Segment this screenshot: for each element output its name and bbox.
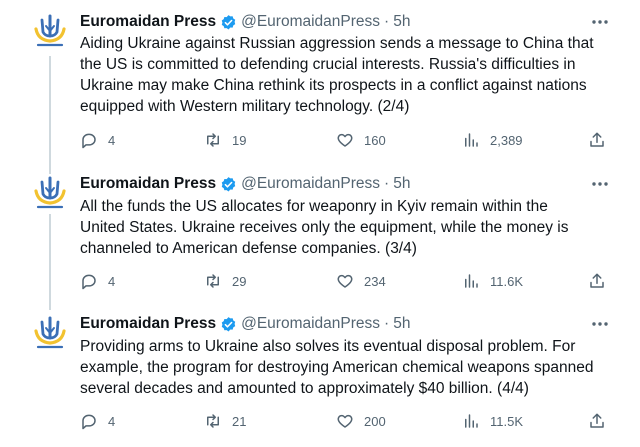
like-count: 160: [364, 132, 386, 148]
tweet-text: Aiding Ukraine against Russian aggressio…: [80, 33, 620, 117]
separator-dot: ·: [384, 175, 390, 192]
views-button[interactable]: 11.6K: [462, 271, 523, 291]
heart-icon: [337, 274, 353, 288]
repost-icon: [207, 133, 219, 147]
action-bar: 4 19 160 2,389: [80, 130, 610, 150]
tweet-text-line: United States. Ukraine receives only the…: [80, 219, 569, 236]
views-icon: [465, 274, 478, 288]
reply-count: 4: [108, 413, 116, 429]
tweet-text-line: All the funds the US allocates for weapo…: [80, 198, 548, 215]
action-bar: 4 29 234 11.6K: [80, 271, 610, 291]
more-dots-icon[interactable]: [588, 175, 612, 193]
tweet-text-line: Ukraine may make China rethink its prosp…: [80, 77, 587, 94]
reply-button[interactable]: 4: [80, 411, 115, 431]
tweet-text-line: Providing arms to Ukraine also solves it…: [80, 338, 576, 355]
reply-button[interactable]: 4: [80, 130, 115, 150]
tweet-text-line: the US is committed to defending crucial…: [80, 56, 576, 73]
reply-icon: [82, 274, 96, 290]
author-handle[interactable]: @EuromaidanPress: [241, 315, 380, 333]
tweet-text-line: Aiding Ukraine against Russian aggressio…: [80, 35, 594, 52]
separator-dot: ·: [384, 13, 390, 30]
share-button[interactable]: [588, 130, 616, 150]
like-button[interactable]: 160: [336, 130, 386, 150]
views-icon: [465, 414, 478, 428]
verified-badge-icon: [221, 14, 236, 30]
timestamp[interactable]: 5h: [393, 175, 410, 193]
trident-logo-icon[interactable]: [30, 12, 70, 52]
trident-logo-icon[interactable]: [30, 314, 70, 354]
like-count: 200: [364, 413, 386, 429]
like-button[interactable]: 234: [336, 271, 386, 291]
tweet[interactable]: Euromaidan Press @EuromaidanPress · 5h A…: [0, 160, 640, 300]
author-handle[interactable]: @EuromaidanPress: [241, 175, 380, 193]
repost-count: 19: [232, 132, 247, 148]
tweet-text-line: several decades and amounted to approxim…: [80, 380, 529, 397]
tweet[interactable]: Euromaidan Press @EuromaidanPress · 5h P…: [0, 300, 640, 447]
repost-button[interactable]: 19: [204, 130, 246, 150]
views-button[interactable]: 11.5K: [462, 411, 523, 431]
tweet-text: All the funds the US allocates for weapo…: [80, 196, 620, 259]
view-count: 11.5K: [490, 413, 524, 429]
heart-icon: [337, 133, 353, 147]
author-name[interactable]: Euromaidan Press: [80, 175, 216, 193]
reply-button[interactable]: 4: [80, 271, 115, 291]
repost-count: 21: [232, 413, 247, 429]
share-icon: [590, 273, 604, 288]
author-name[interactable]: Euromaidan Press: [80, 315, 216, 333]
verified-badge-icon: [221, 316, 236, 332]
repost-count: 29: [232, 273, 247, 289]
views-button[interactable]: 2,389: [462, 130, 523, 150]
tweet[interactable]: Euromaidan Press @EuromaidanPress · 5h A…: [0, 0, 640, 160]
heart-icon: [337, 414, 353, 428]
timestamp[interactable]: 5h: [393, 315, 410, 333]
trident-logo-icon[interactable]: [30, 174, 70, 214]
like-count: 234: [364, 273, 386, 289]
tweet-text: Providing arms to Ukraine also solves it…: [80, 336, 620, 399]
like-button[interactable]: 200: [336, 411, 386, 431]
repost-button[interactable]: 21: [204, 411, 246, 431]
verified-badge-icon: [221, 176, 236, 192]
view-count: 11.6K: [490, 273, 524, 289]
action-bar: 4 21 200 11.5K: [80, 411, 610, 431]
timestamp[interactable]: 5h: [393, 13, 410, 31]
more-dots-icon[interactable]: [588, 13, 612, 31]
view-count: 2,389: [490, 132, 523, 148]
share-button[interactable]: [588, 271, 616, 291]
author-handle[interactable]: @EuromaidanPress: [241, 13, 380, 31]
reply-icon: [82, 133, 96, 149]
views-icon: [465, 133, 478, 147]
repost-icon: [207, 414, 219, 428]
share-icon: [590, 413, 604, 428]
more-dots-icon[interactable]: [588, 315, 612, 333]
repost-button[interactable]: 29: [204, 271, 246, 291]
tweet-text-line: example, the program for destroying Amer…: [80, 359, 594, 376]
repost-icon: [207, 274, 219, 288]
reply-count: 4: [108, 273, 116, 289]
author-name[interactable]: Euromaidan Press: [80, 13, 216, 31]
reply-icon: [82, 414, 96, 430]
separator-dot: ·: [384, 315, 390, 332]
reply-count: 4: [108, 132, 116, 148]
share-button[interactable]: [588, 411, 616, 431]
share-icon: [590, 132, 604, 147]
tweet-text-line: channeled to American defense companies.…: [80, 240, 417, 257]
tweet-text-line: equipped with Western military technolog…: [80, 98, 410, 115]
